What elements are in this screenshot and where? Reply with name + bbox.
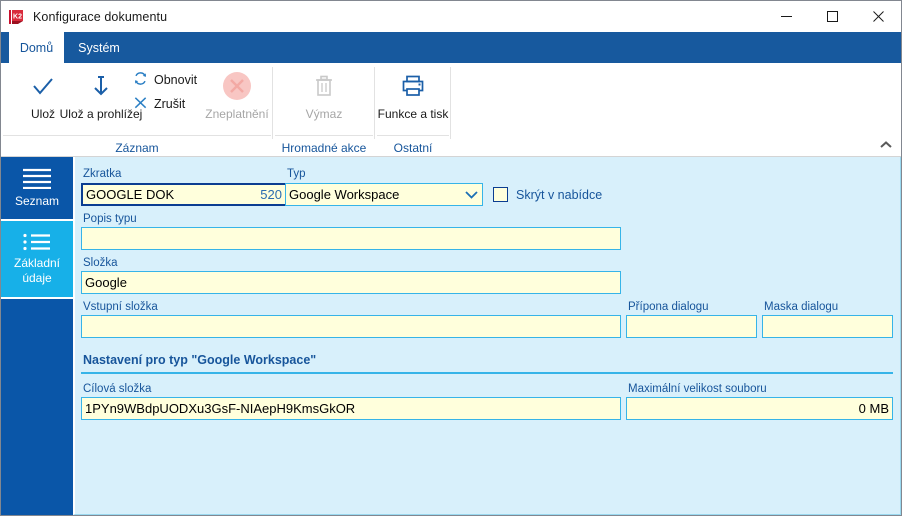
- ribbon-group-label-zaznam: Záznam: [115, 141, 159, 155]
- tab-domu[interactable]: Domů: [9, 32, 64, 63]
- vstupni-slozka-input[interactable]: [81, 315, 621, 338]
- nav-separator-2: [1, 297, 73, 299]
- popis-typu-input[interactable]: [81, 227, 621, 250]
- refresh-icon: [133, 71, 148, 89]
- bullet-list-icon: [20, 233, 54, 251]
- check-icon: [29, 69, 57, 103]
- minimize-button[interactable]: [763, 1, 809, 32]
- invalidate-button[interactable]: Zneplatnění: [199, 65, 275, 121]
- title-bar: K2 Konfigurace dokumentu: [1, 1, 901, 32]
- skryt-v-nabidce-checkbox-group[interactable]: Skrýt v nabídce: [493, 187, 602, 202]
- svg-text:K2: K2: [13, 13, 22, 20]
- ribbon-group-label-hromadne-akce: Hromadné akce: [281, 141, 367, 155]
- trash-icon: [310, 69, 338, 103]
- group-rule-zaznam: [3, 135, 271, 136]
- window-controls: [763, 1, 901, 32]
- cancel-button[interactable]: Zrušit: [133, 95, 185, 113]
- label-slozka: Složka: [83, 257, 118, 269]
- ribbon-group-zaznam: Ulož Ulož a prohlížej Obnovit Zrušit Zne…: [1, 63, 273, 156]
- save-and-view-button[interactable]: Ulož a prohlížej: [60, 65, 142, 121]
- document-configuration-window: K2 Konfigurace dokumentu Domů Systém Ulo…: [0, 0, 902, 516]
- slozka-value: Google: [85, 275, 127, 290]
- section-title-google-workspace: Nastavení pro typ "Google Workspace": [83, 353, 317, 367]
- close-button[interactable]: [855, 1, 901, 32]
- functions-and-print-button[interactable]: Funkce a tisk: [375, 65, 451, 121]
- chevron-down-icon[interactable]: [460, 190, 482, 199]
- delete-button[interactable]: Výmaz: [286, 65, 362, 121]
- cancel-x-icon: [133, 95, 148, 113]
- ribbon-group-hromadne-akce: Výmaz Hromadné akce: [273, 63, 375, 156]
- k2-logo-icon: K2: [9, 9, 25, 25]
- save-and-view-icon: [87, 69, 115, 103]
- save-button-label: Ulož: [30, 107, 55, 121]
- label-cilova-slozka: Cílová složka: [83, 383, 152, 395]
- refresh-button-label: Obnovit: [154, 73, 198, 87]
- skryt-v-nabidce-checkbox[interactable]: [493, 187, 508, 202]
- chevron-up-icon: [880, 141, 892, 148]
- skryt-v-nabidce-label: Skrýt v nabídce: [516, 187, 603, 202]
- sidebar-item-label-seznam: Seznam: [14, 194, 60, 208]
- label-typ: Typ: [287, 168, 306, 180]
- refresh-button[interactable]: Obnovit: [133, 71, 197, 89]
- ribbon-group-label-ostatni: Ostatní: [393, 141, 433, 155]
- left-navigation: Seznam Základní údaje: [1, 157, 73, 515]
- maximize-button[interactable]: [809, 1, 855, 32]
- list-lines-icon: [20, 167, 54, 189]
- ribbon-group-ostatni: Funkce a tisk Ostatní: [375, 63, 451, 156]
- section-rule: [81, 372, 893, 374]
- label-popis-typu: Popis typu: [83, 213, 137, 225]
- invalidate-circle-x-icon: [221, 69, 253, 103]
- zkratka-input[interactable]: GOOGLE DOK 520: [81, 183, 287, 206]
- typ-value: Google Workspace: [289, 187, 400, 202]
- label-maximalni-velikost-souboru: Maximální velikost souboru: [628, 383, 767, 395]
- save-and-view-button-label: Ulož a prohlížej: [59, 107, 143, 121]
- window-title: Konfigurace dokumentu: [33, 9, 168, 24]
- maximalni-velikost-souboru-value: 0 MB: [858, 401, 889, 416]
- group-rule-ostatni: [377, 135, 449, 136]
- functions-and-print-button-label: Funkce a tisk: [377, 107, 449, 121]
- slozka-input[interactable]: Google: [81, 271, 621, 294]
- cilova-slozka-input[interactable]: 1PYn9WBdpUODXu3GsF-NIAepH9KmsGkOR: [81, 397, 621, 420]
- pripona-dialogu-input[interactable]: [626, 315, 757, 338]
- group-rule-hromadne: [275, 135, 373, 136]
- ribbon-collapse-button[interactable]: [877, 136, 895, 154]
- sidebar-item-zakladni-udaje[interactable]: Základní údaje: [1, 221, 73, 297]
- ribbon-body: Ulož Ulož a prohlížej Obnovit Zrušit Zne…: [1, 63, 901, 157]
- zkratka-value: GOOGLE DOK: [86, 187, 175, 202]
- label-maska-dialogu: Maska dialogu: [764, 301, 839, 313]
- tab-system[interactable]: Systém: [64, 32, 134, 63]
- delete-button-label: Výmaz: [305, 107, 343, 121]
- group-separator-3: [450, 67, 451, 139]
- label-vstupni-slozka: Vstupní složka: [83, 301, 158, 313]
- ribbon-tab-strip: Domů Systém: [1, 32, 901, 63]
- sidebar-item-label-zakladni-udaje: Základní údaje: [13, 255, 61, 285]
- cancel-button-label: Zrušit: [154, 97, 186, 111]
- zkratka-number: 520: [260, 187, 282, 202]
- maska-dialogu-input[interactable]: [762, 315, 893, 338]
- cilova-slozka-value: 1PYn9WBdpUODXu3GsF-NIAepH9KmsGkOR: [85, 401, 356, 416]
- label-zkratka: Zkratka: [83, 168, 122, 180]
- form-panel: Zkratka GOOGLE DOK 520 Typ Google Worksp…: [73, 157, 901, 515]
- maximalni-velikost-souboru-input[interactable]: 0 MB: [626, 397, 893, 420]
- label-pripona-dialogu: Přípona dialogu: [628, 301, 709, 313]
- sidebar-item-seznam[interactable]: Seznam: [1, 157, 73, 219]
- typ-combobox[interactable]: Google Workspace: [285, 183, 483, 206]
- printer-icon: [399, 69, 427, 103]
- invalidate-button-label: Zneplatnění: [205, 107, 269, 121]
